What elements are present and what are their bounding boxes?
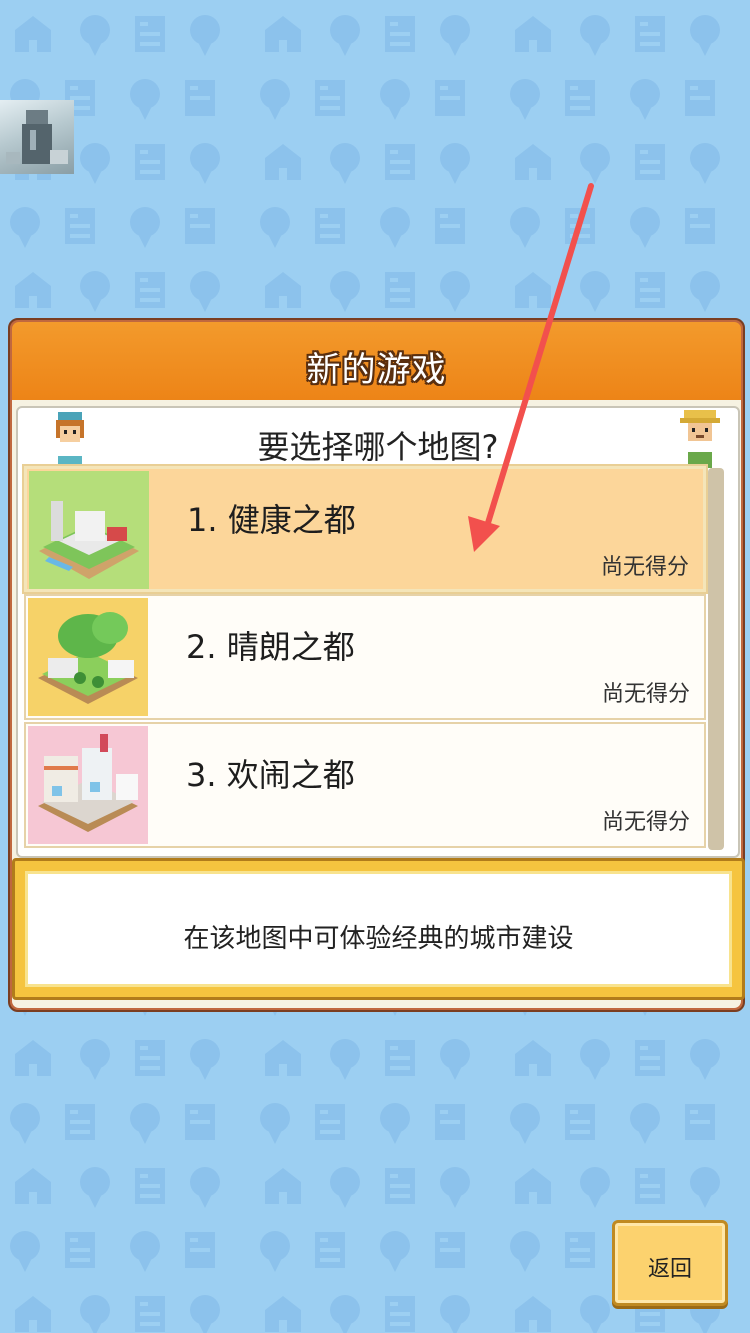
- boy-character-icon: [680, 410, 720, 468]
- question-text: 要选择哪个地图?: [257, 428, 499, 466]
- map-list-panel: 要选择哪个地图? 1. 健康之都 尚无得分 2. 晴朗之都 尚无得分 3. 欢闹…: [16, 406, 740, 858]
- map-list: 1. 健康之都 尚无得分 2. 晴朗之都 尚无得分 3. 欢闹之都 尚无得分: [24, 466, 706, 850]
- dialog-header: 新的游戏: [12, 322, 741, 400]
- new-game-dialog: 新的游戏 要选择哪个地图? 1. 健康之都 尚无得分 2. 晴朗之都 尚无得分 …: [8, 318, 745, 1012]
- map-item-health-city[interactable]: 1. 健康之都 尚无得分: [24, 466, 706, 592]
- map-item-label: 1. 健康之都: [187, 501, 356, 539]
- map-item-label: 2. 晴朗之都: [186, 628, 355, 666]
- map-description-text: 在该地图中可体验经典的城市建设: [183, 924, 574, 954]
- map-item-lively-city[interactable]: 3. 欢闹之都 尚无得分: [24, 722, 706, 848]
- description-box: 在该地图中可体验经典的城市建设: [25, 871, 732, 987]
- map-item-score: 尚无得分: [601, 810, 690, 835]
- map-item-score: 尚无得分: [600, 555, 689, 580]
- map-item-score: 尚无得分: [601, 682, 690, 707]
- map-thumbnail-lively: [28, 726, 148, 844]
- back-button[interactable]: 返回: [612, 1220, 728, 1306]
- lively-city-icon: [28, 726, 148, 844]
- map-description-panel: 在该地图中可体验经典的城市建设: [12, 858, 745, 1000]
- map-thumbnail-sunny: [28, 598, 148, 716]
- map-item-sunny-city[interactable]: 2. 晴朗之都 尚无得分: [24, 594, 706, 720]
- health-city-icon: [29, 471, 149, 589]
- back-button-label: 返回: [647, 1257, 692, 1282]
- map-thumbnail-health: [29, 471, 149, 589]
- sunny-city-icon: [28, 598, 148, 716]
- dialog-body: 要选择哪个地图? 1. 健康之都 尚无得分 2. 晴朗之都 尚无得分 3. 欢闹…: [12, 400, 745, 1008]
- statue-icon: [6, 110, 68, 164]
- user-avatar-thumbnail[interactable]: [0, 100, 74, 174]
- list-scrollbar[interactable]: [708, 468, 724, 850]
- map-item-label: 3. 欢闹之都: [186, 756, 355, 794]
- dialog-title: 新的游戏: [306, 350, 447, 390]
